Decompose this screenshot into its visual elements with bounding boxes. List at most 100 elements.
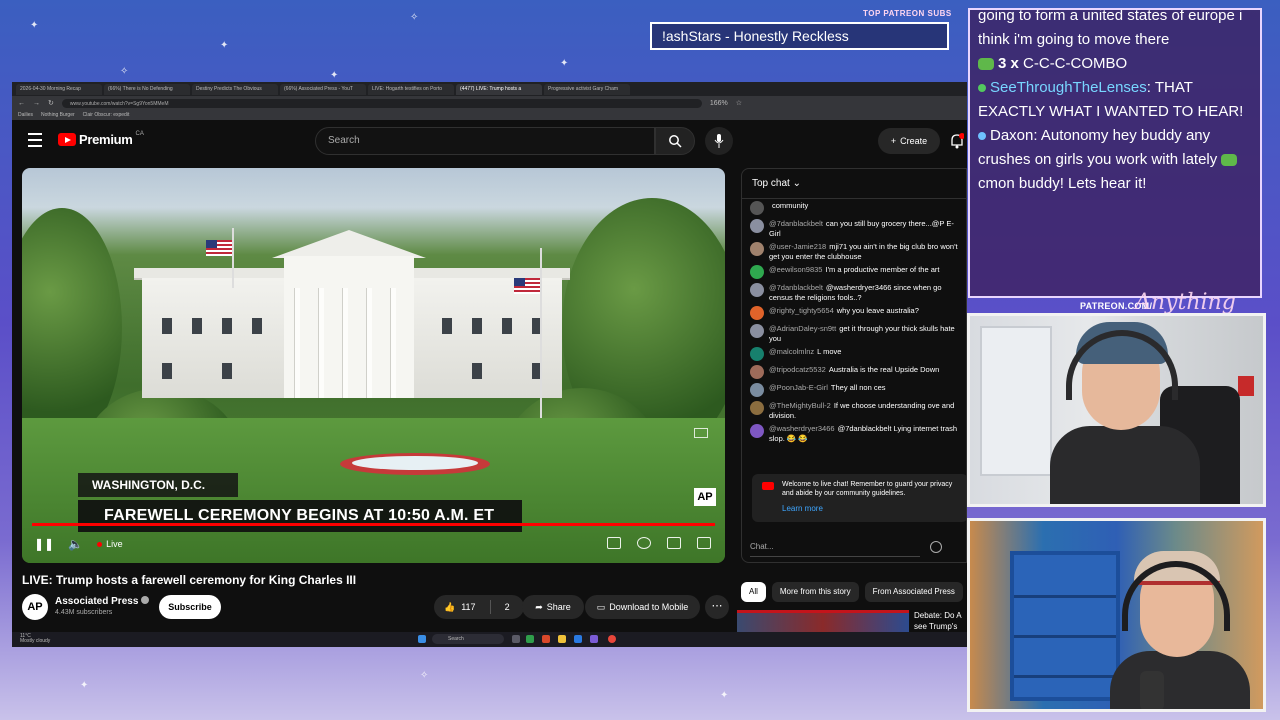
fullscreen-icon[interactable] — [697, 537, 711, 549]
chat-author[interactable]: @righty_tighty5654 — [769, 306, 834, 315]
chat-message[interactable]: community — [742, 199, 966, 217]
chat-avatar[interactable] — [750, 324, 764, 338]
column — [294, 288, 300, 398]
volume-icon[interactable]: 🔈 — [68, 537, 83, 551]
chat-input[interactable]: Chat... — [750, 539, 920, 557]
chat-author[interactable]: @TheMightyBull-2 — [769, 401, 831, 410]
video-player[interactable]: WASHINGTON, D.C. FAREWELL CEREMONY BEGIN… — [22, 168, 725, 563]
chat-avatar[interactable] — [750, 283, 764, 297]
browser-tab-active[interactable]: (4477) LIVE: Trump hosts a — [456, 83, 542, 95]
weather-widget[interactable]: 11°C Mostly cloudy — [20, 634, 50, 644]
download-button[interactable]: ▭ Download to Mobile — [585, 595, 700, 619]
chat-author[interactable]: @washerdryer3466 — [769, 424, 835, 433]
chat-message[interactable]: @malcolmlnz L move — [742, 345, 966, 363]
chat-message[interactable]: @AdrianDaley-sn9tt get it through your th… — [742, 322, 966, 345]
chat-author[interactable]: @malcolmlnz — [769, 347, 814, 356]
voice-search-button[interactable] — [705, 127, 733, 155]
youtube-logo[interactable]: Premium CA — [58, 131, 144, 147]
chat-author[interactable]: @7danblackbelt — [769, 219, 823, 228]
fountain — [352, 456, 478, 470]
channel-name[interactable]: Associated Press — [55, 596, 150, 607]
browser-icon[interactable] — [608, 635, 616, 643]
more-actions-button[interactable]: ⋯ — [705, 595, 729, 619]
captions-icon[interactable] — [607, 537, 621, 549]
chat-message[interactable]: @righty_tighty5654 why you leave australi… — [742, 304, 966, 322]
back-icon[interactable]: ← — [18, 100, 25, 107]
recommended-video-title[interactable]: Debate: Do A see Trump's — [914, 610, 967, 632]
search-input[interactable]: Search — [315, 127, 655, 155]
chat-author[interactable]: @tripodcatz5532 — [769, 365, 826, 374]
app-icon[interactable] — [542, 635, 550, 643]
chat-mode-selector[interactable]: Top chat ⌄ — [742, 169, 966, 199]
bookmark-item[interactable]: Clair Obscur: expedit — [83, 112, 130, 118]
browser-tab[interactable]: 2026-04-30 Morning Recap — [16, 83, 102, 95]
learn-more-link[interactable]: Learn more — [782, 504, 960, 513]
chat-message[interactable]: @washerdryer3466 @7danblackbelt Lying int… — [742, 422, 966, 445]
browser-tab[interactable]: (66%) There is No Defending — [104, 83, 190, 95]
settings-gear-icon[interactable] — [637, 537, 651, 549]
lower-third-headline: FAREWELL CEREMONY BEGINS AT 10:50 A.M. E… — [78, 500, 522, 532]
chat-avatar[interactable] — [750, 383, 764, 397]
window — [162, 318, 172, 334]
emoji-icon[interactable] — [930, 541, 942, 553]
create-button[interactable]: + Create — [878, 128, 940, 154]
app-icon[interactable] — [512, 635, 520, 643]
chat-avatar[interactable] — [750, 306, 764, 320]
bookmark-item[interactable]: Dailies — [18, 112, 33, 118]
miniplayer-icon[interactable] — [694, 428, 708, 438]
user-badge-icon — [978, 132, 986, 141]
progress-bar[interactable] — [32, 523, 715, 526]
youtube-notice-icon — [762, 482, 774, 490]
chat-avatar[interactable] — [750, 401, 764, 415]
theater-mode-icon[interactable] — [667, 537, 681, 549]
browser-tab[interactable]: LIVE: Hogarth testifies on Porto — [368, 83, 454, 95]
chip-all[interactable]: All — [741, 582, 766, 602]
forward-icon[interactable]: → — [33, 100, 40, 107]
app-icon[interactable] — [590, 635, 598, 643]
chat-message[interactable]: @tripodcatz5532 Australia is the real Ups… — [742, 363, 966, 381]
live-indicator[interactable]: Live — [97, 539, 123, 549]
chat-message[interactable]: @TheMightyBull-2 If we choose understandi… — [742, 399, 966, 422]
search-button[interactable] — [655, 127, 695, 155]
url-field[interactable]: www.youtube.com/watch?v=Sg9Yon5MMeM — [61, 98, 702, 108]
share-button[interactable]: ➦ Share — [522, 595, 584, 619]
chat-author[interactable]: @user-Jamie218 — [769, 242, 826, 251]
chip-from-channel[interactable]: From Associated Press — [864, 582, 963, 602]
chat-author[interactable]: @eewilson9835 — [769, 265, 822, 274]
chat-author[interactable]: @PoonJab-E-Girl — [769, 383, 828, 392]
chat-message[interactable]: @user-Jamie218 mji71 you ain't in the big… — [742, 240, 966, 263]
taskbar-search[interactable]: Search — [432, 634, 504, 644]
reload-icon[interactable]: ↻ — [48, 99, 54, 107]
chat-avatar[interactable] — [750, 347, 764, 361]
dislike-count[interactable]: 2 — [505, 602, 510, 612]
star-bookmark-icon[interactable]: ☆ — [736, 99, 742, 107]
pause-icon[interactable]: ❚❚ — [34, 537, 54, 551]
chat-message[interactable]: @7danblackbelt @washerdryer3466 since whe… — [742, 281, 966, 304]
start-icon[interactable] — [418, 635, 426, 643]
chat-avatar[interactable] — [750, 201, 764, 215]
notification-bell-icon[interactable] — [950, 133, 964, 149]
thumbs-up-icon[interactable]: 👍 — [444, 602, 455, 613]
like-count[interactable]: 117 — [461, 602, 475, 612]
chip-more-from-story[interactable]: More from this story — [771, 582, 859, 602]
folder-icon[interactable] — [558, 635, 566, 643]
subscribe-button[interactable]: Subscribe — [159, 595, 221, 619]
channel-avatar[interactable]: AP — [22, 594, 48, 620]
app-icon[interactable] — [574, 635, 582, 643]
bookmark-item[interactable]: Nothing Burger — [41, 112, 75, 118]
chat-message[interactable]: @7danblackbelt can you still buy grocery … — [742, 217, 966, 240]
chat-avatar[interactable] — [750, 265, 764, 279]
chat-author[interactable]: @7danblackbelt — [769, 283, 823, 292]
chat-avatar[interactable] — [750, 219, 764, 233]
browser-tab[interactable]: Progressive activist Gary Cham — [544, 83, 630, 95]
chat-avatar[interactable] — [750, 365, 764, 379]
browser-tab[interactable]: (66%) Associated Press - YouT — [280, 83, 366, 95]
browser-tab[interactable]: Destiny Predicts The Obvious — [192, 83, 278, 95]
chat-author[interactable]: @AdrianDaley-sn9tt — [769, 324, 836, 333]
app-icon[interactable] — [526, 635, 534, 643]
chat-message[interactable]: @PoonJab-E-Girl They all non ces — [742, 381, 966, 399]
chat-message[interactable]: @eewilson9835 I'm a productive member of … — [742, 263, 966, 281]
chat-avatar[interactable] — [750, 424, 764, 438]
hamburger-menu-icon[interactable] — [28, 133, 42, 147]
chat-avatar[interactable] — [750, 242, 764, 256]
